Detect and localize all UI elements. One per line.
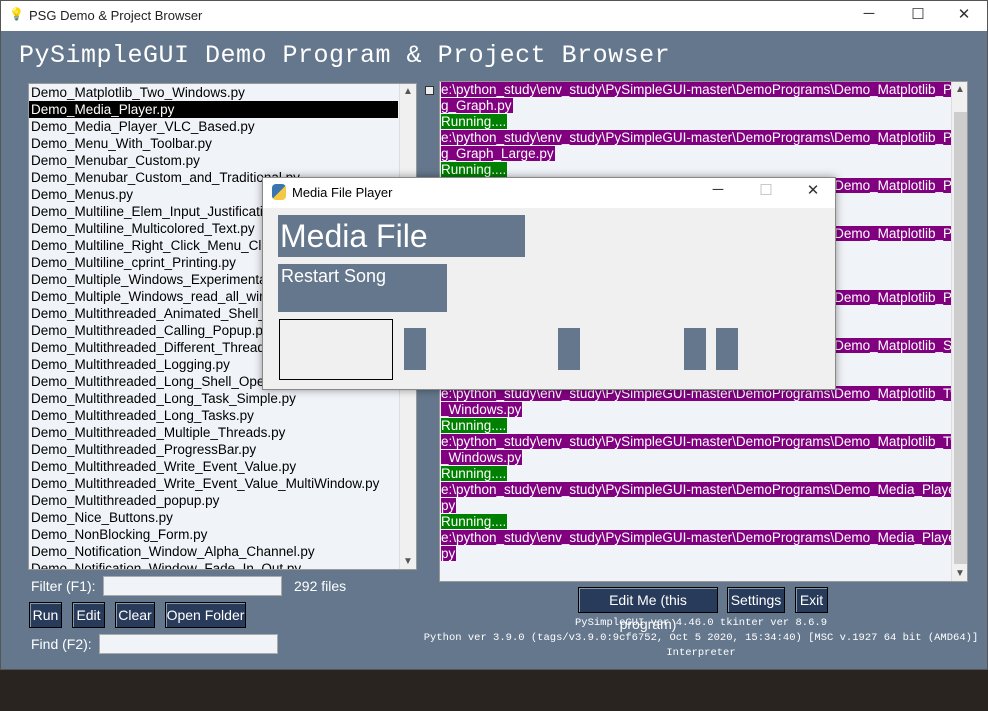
running-line: Running.... [440,418,967,434]
output-text: g_Graph_Large.py [441,146,555,161]
player-heading: Media File Player [278,215,525,296]
running-line: Running.... [440,162,967,178]
path-line: py [440,546,967,562]
maximize-button[interactable]: ☐ [898,5,938,27]
path-line: e:\python_study\env_study\PySimpleGUI-ma… [440,82,967,98]
filter-label: Filter (F1): [31,578,96,594]
running-line: Running.... [440,466,967,482]
file-list-item[interactable]: Demo_Notification_Window_Fade_In_Out.py [29,560,416,569]
file-count: 292 files [294,578,347,594]
edit-button[interactable]: Edit [72,602,105,628]
popup-title: Media File Player [292,185,393,200]
file-list-item[interactable]: Demo_Media_Player.py [29,101,398,118]
next-button[interactable] [558,328,580,370]
file-list-item[interactable]: Demo_Multithreaded_ProgressBar.py [29,441,416,458]
output-text: Running.... [441,114,508,129]
scroll-up-icon[interactable]: ▲ [952,84,967,95]
output-text: e:\python_study\env_study\PySimpleGUI-ma… [441,82,964,97]
restart-song-button[interactable]: Restart Song [278,264,447,312]
interpreter-label: Interpreter [666,647,736,659]
running-line: Running.... [440,514,967,530]
path-line: e:\python_study\env_study\PySimpleGUI-ma… [440,482,967,498]
file-list-item[interactable]: Demo_Multithreaded_Long_Tasks.py [29,407,416,424]
file-list-item[interactable]: Demo_Multithreaded_Write_Event_Value.py [29,458,416,475]
output-text: g_Graph.py [441,98,513,113]
file-list-item[interactable]: Demo_Media_Player_VLC_Based.py [29,118,416,135]
app-icon: 💡 [9,7,24,21]
output-text: e:\python_study\env_study\PySimpleGUI-ma… [441,530,965,545]
file-list-item[interactable]: Demo_Notification_Window_Alpha_Channel.p… [29,543,416,560]
output-text: Running.... [441,418,508,433]
output-text: e:\python_study\env_study\PySimpleGUI-ma… [441,434,968,449]
path-line: e:\python_study\env_study\PySimpleGUI-ma… [440,530,967,546]
output-text: _Windows.py [441,402,523,417]
clear-button[interactable]: Clear [115,602,155,628]
path-line: g_Graph_Large.py [440,146,967,162]
file-list-item[interactable]: Demo_NonBlocking_Form.py [29,526,416,543]
file-list-item[interactable]: Demo_Menu_With_Toolbar.py [29,135,416,152]
path-line: e:\python_study\env_study\PySimpleGUI-ma… [440,130,967,146]
filter-input[interactable] [103,576,282,596]
output-box [279,319,393,380]
file-list-item[interactable]: Demo_Multithreaded_Multiple_Threads.py [29,424,416,441]
media-player-window: Media File Player ─ ☐ ✕ Media File Playe… [262,177,836,390]
output-text: e:\python_study\env_study\PySimpleGUI-ma… [441,130,964,145]
output-text: Running.... [441,162,508,177]
close-button[interactable]: ✕ [944,5,984,27]
python-version: Python ver 3.9.0 (tags/v3.9.0:9cf6752, O… [423,632,979,644]
exit-player-button[interactable] [716,328,738,370]
find-label: Find (F2): [31,636,92,652]
scroll-down-icon[interactable]: ▼ [952,568,967,579]
edit-me-button[interactable]: Edit Me (this program) [578,587,718,632]
exit-button[interactable]: Exit [795,587,828,613]
file-list-item[interactable]: Demo_Multithreaded_Long_Task_Simple.py [29,390,416,407]
path-line: e:\python_study\env_study\PySimpleGUI-ma… [440,434,967,450]
run-button[interactable]: Run [29,602,62,628]
path-line: _Windows.py [440,450,967,466]
pause-button[interactable] [404,328,426,370]
minimize-button[interactable]: ─ [849,5,889,27]
output-text: py [441,498,457,513]
open-folder-button[interactable]: Open Folder [165,602,246,628]
file-list-item[interactable]: Demo_Matplotlib_Two_Windows.py [29,84,416,101]
settings-button[interactable]: Settings [727,587,785,613]
output-text: _Windows.py [441,450,523,465]
path-line: g_Graph.py [440,98,967,114]
window-title: PSG Demo & Project Browser [29,8,203,23]
output-scrollbar[interactable]: ▲ ▼ [951,82,967,581]
scroll-down-icon[interactable]: ▼ [400,556,416,567]
running-line: Running.... [440,114,967,130]
file-list-item[interactable]: Demo_Multithreaded_Write_Event_Value_Mul… [29,475,416,492]
checkbox[interactable] [425,86,434,95]
previous-button[interactable] [684,328,706,370]
popup-maximize-button[interactable]: ☐ [746,181,786,203]
path-line: _Windows.py [440,402,967,418]
path-line: py [440,498,967,514]
popup-minimize-button[interactable]: ─ [698,181,738,203]
scroll-up-icon[interactable]: ▲ [400,86,416,97]
file-list-item[interactable]: Demo_Multithreaded_popup.py [29,492,416,509]
page-title: PySimpleGUI Demo Program & Project Brows… [19,41,671,70]
output-text: e:\python_study\env_study\PySimpleGUI-ma… [441,482,965,497]
popup-title-bar: Media File Player ─ ☐ ✕ [263,178,835,208]
output-text: Running.... [441,466,508,481]
file-list-item[interactable]: Demo_Menubar_Custom.py [29,152,416,169]
scroll-thumb[interactable] [954,112,967,564]
output-text: Running.... [441,514,508,529]
output-text: py [441,546,457,561]
find-input[interactable] [99,634,278,654]
title-bar: 💡 PSG Demo & Project Browser ─ ☐ ✕ [1,1,987,31]
file-list-item[interactable]: Demo_Nice_Buttons.py [29,509,416,526]
popup-close-button[interactable]: ✕ [793,181,833,203]
psg-version: PySimpleGUI ver 4.46.0 tkinter ver 8.6.9 [574,617,828,629]
python-icon [272,184,286,200]
